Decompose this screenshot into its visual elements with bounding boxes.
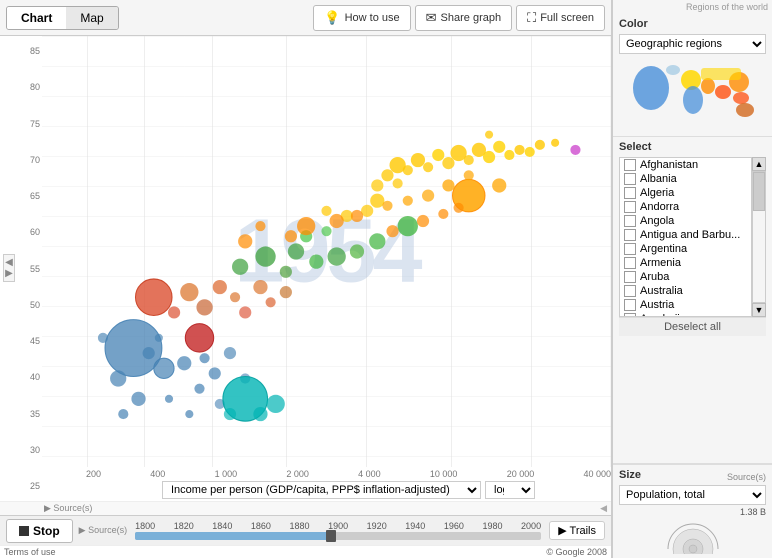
country-checkbox-aruba[interactable] [624,271,636,283]
chart-area: ◀▶ 85 80 75 70 65 60 55 50 45 40 35 30 2… [0,36,611,501]
scroll-down[interactable]: ▼ [752,303,766,317]
country-list[interactable]: Afghanistan Albania Algeria Andorra [619,157,752,317]
timeline-fill [135,532,330,540]
size-chart-svg [663,519,723,554]
country-list-wrapper: Afghanistan Albania Algeria Andorra [619,157,766,317]
select-section-title: Select [619,141,766,153]
country-item-andorra[interactable]: Andorra [620,200,751,214]
scroll-thumb[interactable] [753,172,765,211]
how-to-use-button[interactable]: 💡 How to use [313,5,410,31]
size-max-label: 1.38 B [619,507,766,517]
country-item-aruba[interactable]: Aruba [620,270,751,284]
timeline-track[interactable] [135,532,541,540]
collapse-icon[interactable]: ◀▶ [3,254,15,282]
country-checkbox-austria[interactable] [624,299,636,311]
timeline-area: Stop ▶ Source(s) 1800 1820 1840 1860 188… [0,515,611,545]
full-screen-button[interactable]: ⛶ Full screen [516,5,605,31]
share-icon: ✉ [426,10,437,26]
chart-plot[interactable]: 1954 Life expectancy (years) [42,36,611,467]
corner-icon[interactable]: ◀ [600,503,607,514]
toolbar: Chart Map 💡 How to use ✉ Share graph ⛶ F… [0,0,611,36]
country-checkbox-argentina[interactable] [624,243,636,255]
country-checkbox-afghanistan[interactable] [624,159,636,171]
country-item-antigua[interactable]: Antigua and Barbu... [620,228,751,242]
x-axis-container: 200 400 1 000 2 000 4 000 10 000 20 000 … [42,467,611,501]
fullscreen-icon: ⛶ [527,10,536,26]
country-checkbox-albania[interactable] [624,173,636,185]
size-source: Source(s) [727,472,766,482]
country-checkbox-antigua[interactable] [624,229,636,241]
color-section-title: Color [619,18,766,30]
y-scale: 85 80 75 70 65 60 55 50 45 40 35 30 25 [18,36,42,501]
x-axis-dropdown[interactable]: Income per person (GDP/capita, PPP$ infl… [162,481,481,499]
share-graph-button[interactable]: ✉ Share graph [415,5,512,31]
footer-terms: Terms of use © Google 2008 [0,545,611,558]
country-item-armenia[interactable]: Armenia [620,256,751,270]
regions-header: Regions of the world [613,0,772,14]
right-panel: Regions of the world Color Geographic re… [612,0,772,558]
stop-icon [19,526,29,536]
stop-button[interactable]: Stop [6,519,73,543]
country-item-austria[interactable]: Austria [620,298,751,312]
terms-link[interactable]: Terms of use [4,547,56,557]
country-checkbox-armenia[interactable] [624,257,636,269]
size-section-title: Size [619,469,641,481]
tab-map[interactable]: Map [66,7,117,29]
country-checkbox-australia[interactable] [624,285,636,297]
country-list-scroll: Afghanistan Albania Algeria Andorra [619,157,752,317]
source-row: ▶ Source(s) ◀ [0,501,611,515]
country-checkbox-algeria[interactable] [624,187,636,199]
world-map-thumbnail [623,58,763,128]
country-checkbox-andorra[interactable] [624,201,636,213]
source-tiny: ▶ Source(s) [79,525,127,536]
select-section: Select Afghanistan Albania [613,137,772,464]
country-item-albania[interactable]: Albania [620,172,751,186]
country-item-algeria[interactable]: Algeria [620,186,751,200]
x-scale-type-dropdown[interactable]: log linear [485,481,535,499]
timeline-year-labels: 1800 1820 1840 1860 1880 1900 1920 1940 … [135,521,541,531]
source-label: ▶ Source(s) [44,503,92,514]
google-credit: © Google 2008 [546,547,607,557]
scroll-up[interactable]: ▲ [752,157,766,171]
x-scale: 200 400 1 000 2 000 4 000 10 000 20 000 … [86,467,611,481]
color-section: Color Geographic regions [613,14,772,137]
timeline-thumb[interactable] [326,530,336,542]
size-chart [619,519,766,554]
color-dropdown[interactable]: Geographic regions [619,34,766,54]
country-item-angola[interactable]: Angola [620,214,751,228]
x-axis-label: Income per person (GDP/capita, PPP$ infl… [86,481,611,499]
trails-button[interactable]: ▶ Trails [549,521,605,540]
bulb-icon: 💡 [324,10,340,26]
scroll-track[interactable] [752,171,766,303]
tab-group: Chart Map [6,6,119,30]
country-item-argentina[interactable]: Argentina [620,242,751,256]
scrollbar: ▲ ▼ [752,157,766,317]
size-dropdown[interactable]: Population, total [619,485,766,505]
country-item-australia[interactable]: Australia [620,284,751,298]
size-section: Size Source(s) Population, total 1.38 B [613,464,772,558]
bubble-chart[interactable] [42,36,611,467]
tab-chart[interactable]: Chart [7,7,66,29]
deselect-all-button[interactable]: Deselect all [619,317,766,336]
country-checkbox-angola[interactable] [624,215,636,227]
country-item-afghanistan[interactable]: Afghanistan [620,158,751,172]
